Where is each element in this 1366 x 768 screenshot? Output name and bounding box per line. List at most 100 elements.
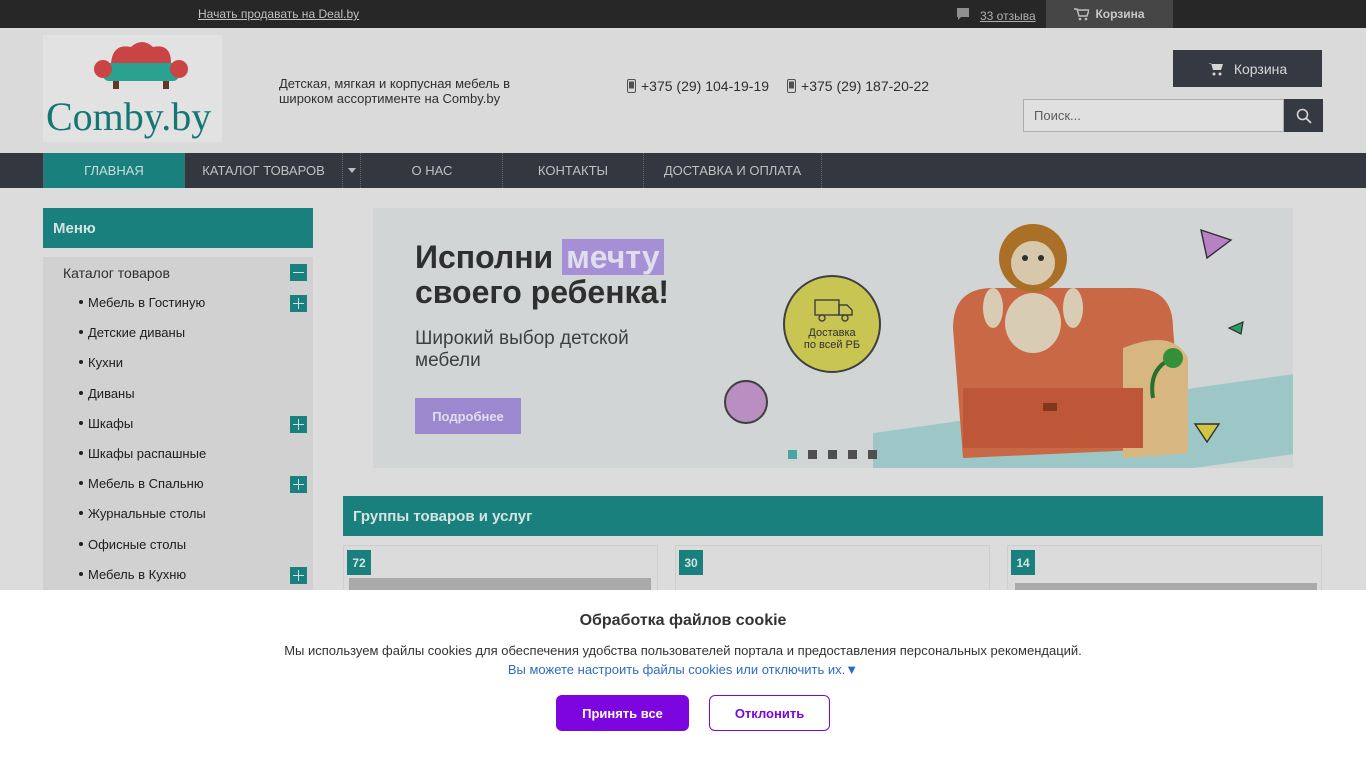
bullet-icon [79,299,83,304]
sidebar-heading: Меню [43,208,313,248]
kids-sofa-with-lion-image [953,224,1188,458]
mobile-phone-icon [787,79,797,93]
logo-text: Comby.by [46,94,212,139]
cart-button[interactable]: Корзина [1173,50,1322,87]
delivery-badge: Доставка по всей РБ [783,275,881,373]
top-bar: Начать продавать на Deal.by 33 отзыва Ко… [0,0,1366,28]
nav-catalog[interactable]: КАТАЛОГ ТОВАРОВ [185,153,342,188]
phone-numbers: +375 (29) 104-19-19 +375 (29) 187-20-22 [627,78,947,94]
triangle-decor-icon [1193,423,1221,444]
sidebar-item-label: Диваны [88,386,135,401]
delivery-line2: по всей РБ [803,339,861,351]
sidebar-item[interactable]: Офисные столы [79,537,186,552]
delivery-line1: Доставка [808,327,856,339]
groups-heading: Группы товаров и услуг [343,496,1323,536]
banner-title-part1: Исполни [415,239,554,275]
sidebar-item[interactable]: Шкафы распашные [79,446,206,461]
nav-about[interactable]: О НАС [362,153,503,188]
cookie-title: Обработка файлов cookie [579,612,787,629]
cart-icon [1207,62,1223,75]
decline-button[interactable]: Отклонить [709,695,830,731]
triangle-decor-icon [1200,228,1233,260]
bullet-icon [79,329,83,334]
top-cart-tab[interactable]: Корзина [1046,0,1173,28]
sidebar-item[interactable]: Диваны [79,386,135,401]
catalog-title[interactable]: Каталог товаров [63,265,170,281]
sidebar-panel: Каталог товаров Мебель в Гостиную Детски… [43,257,313,597]
slider-dot[interactable] [848,450,857,459]
group-count-badge: 14 [1011,550,1035,575]
sidebar-item[interactable]: Мебель в Кухню [79,567,186,582]
reviews-count: 33 отзыва [980,8,1036,23]
sidebar-item-label: Мебель в Гостиную [88,295,206,310]
sidebar-item-label: Мебель в Кухню [88,567,187,582]
cookie-banner: Обработка файлов cookie Мы используем фа… [0,590,1366,768]
bullet-icon [79,390,83,395]
cookie-settings-link[interactable]: Вы можете настроить файлы cookies или от… [0,662,1366,677]
cart-icon [1074,7,1090,20]
bullet-icon [79,480,83,485]
sidebar-item[interactable]: Мебель в Гостиную [79,295,205,310]
truck-icon [814,299,853,322]
sidebar-item-label: Шкафы распашные [88,446,207,461]
banner-title-line2: своего ребенка! [415,274,670,310]
cart-button-label: Корзина [1233,60,1288,77]
caret-down-icon [347,168,356,173]
bullet-icon [79,510,83,515]
promo-banner[interactable]: Исполни мечту своего ребенка! Широкий вы… [373,208,1293,468]
expand-icon[interactable] [290,295,307,312]
nav-catalog-dropdown[interactable] [342,153,361,188]
group-count-badge: 30 [679,550,703,575]
banner-title-highlight: мечту [562,239,664,275]
slider-dot[interactable] [808,450,817,459]
bullet-icon [79,571,83,576]
sidebar-item[interactable]: Мебель в Спальню [79,476,204,491]
bullet-icon [79,359,83,364]
start-selling-link[interactable]: Начать продавать на Deal.by [198,7,359,21]
sidebar-item-label: Детские диваны [88,325,186,340]
accept-all-button[interactable]: Принять все [556,695,689,731]
nav-home[interactable]: ГЛАВНАЯ [43,153,185,188]
sidebar-item[interactable]: Кухни [79,355,123,370]
expand-icon[interactable] [290,416,307,433]
slider-dot[interactable] [868,450,877,459]
nav-delivery[interactable]: ДОСТАВКА И ОПЛАТА [644,153,822,188]
bullet-icon [79,541,83,546]
sidebar-item-label: Мебель в Спальню [88,476,204,491]
phone-1[interactable]: +375 (29) 104-19-19 [627,78,769,94]
phone-2-number: +375 (29) 187-20-22 [801,78,930,94]
sidebar-item[interactable]: Детские диваны [79,325,185,340]
decorative-circle [724,380,768,424]
sidebar-item-label: Журнальные столы [88,506,206,521]
slider-dot[interactable] [828,450,837,459]
main-nav: ГЛАВНАЯ КАТАЛОГ ТОВАРОВ О НАС КОНТАКТЫ Д… [0,153,1366,188]
chat-icon [956,7,970,24]
nav-contacts[interactable]: КОНТАКТЫ [503,153,644,188]
sidebar-item-label: Шкафы [88,416,134,431]
search-icon [1296,108,1312,124]
expand-icon[interactable] [290,476,307,493]
sofa-logo-icon [94,42,188,89]
slider-dots [788,450,888,459]
group-count-badge: 72 [347,550,371,575]
search-button[interactable] [1284,99,1323,132]
expand-icon[interactable] [290,567,307,584]
phone-2[interactable]: +375 (29) 187-20-22 [787,78,929,94]
search-input[interactable] [1023,99,1284,132]
reviews-link[interactable]: 33 отзыва [956,7,1036,24]
sidebar-item-label: Кухни [88,355,124,370]
cookie-text: Мы используем файлы cookies для обеспече… [284,643,1082,658]
slider-dot[interactable] [788,450,797,459]
triangle-decor-icon [1227,321,1244,335]
site-tagline: Детская, мягкая и корпусная мебель в шир… [279,76,511,106]
bullet-icon [79,450,83,455]
bullet-icon [79,420,83,425]
banner-more-button[interactable]: Подробнее [415,398,521,434]
phone-1-number: +375 (29) 104-19-19 [641,78,770,94]
sidebar-item[interactable]: Шкафы [79,416,133,431]
site-header: Comby.by Детская, мягкая и корпусная меб… [0,28,1366,153]
mobile-phone-icon [627,79,636,93]
site-logo[interactable]: Comby.by [43,35,222,142]
sidebar-item[interactable]: Журнальные столы [79,506,206,521]
collapse-icon[interactable] [290,264,307,281]
